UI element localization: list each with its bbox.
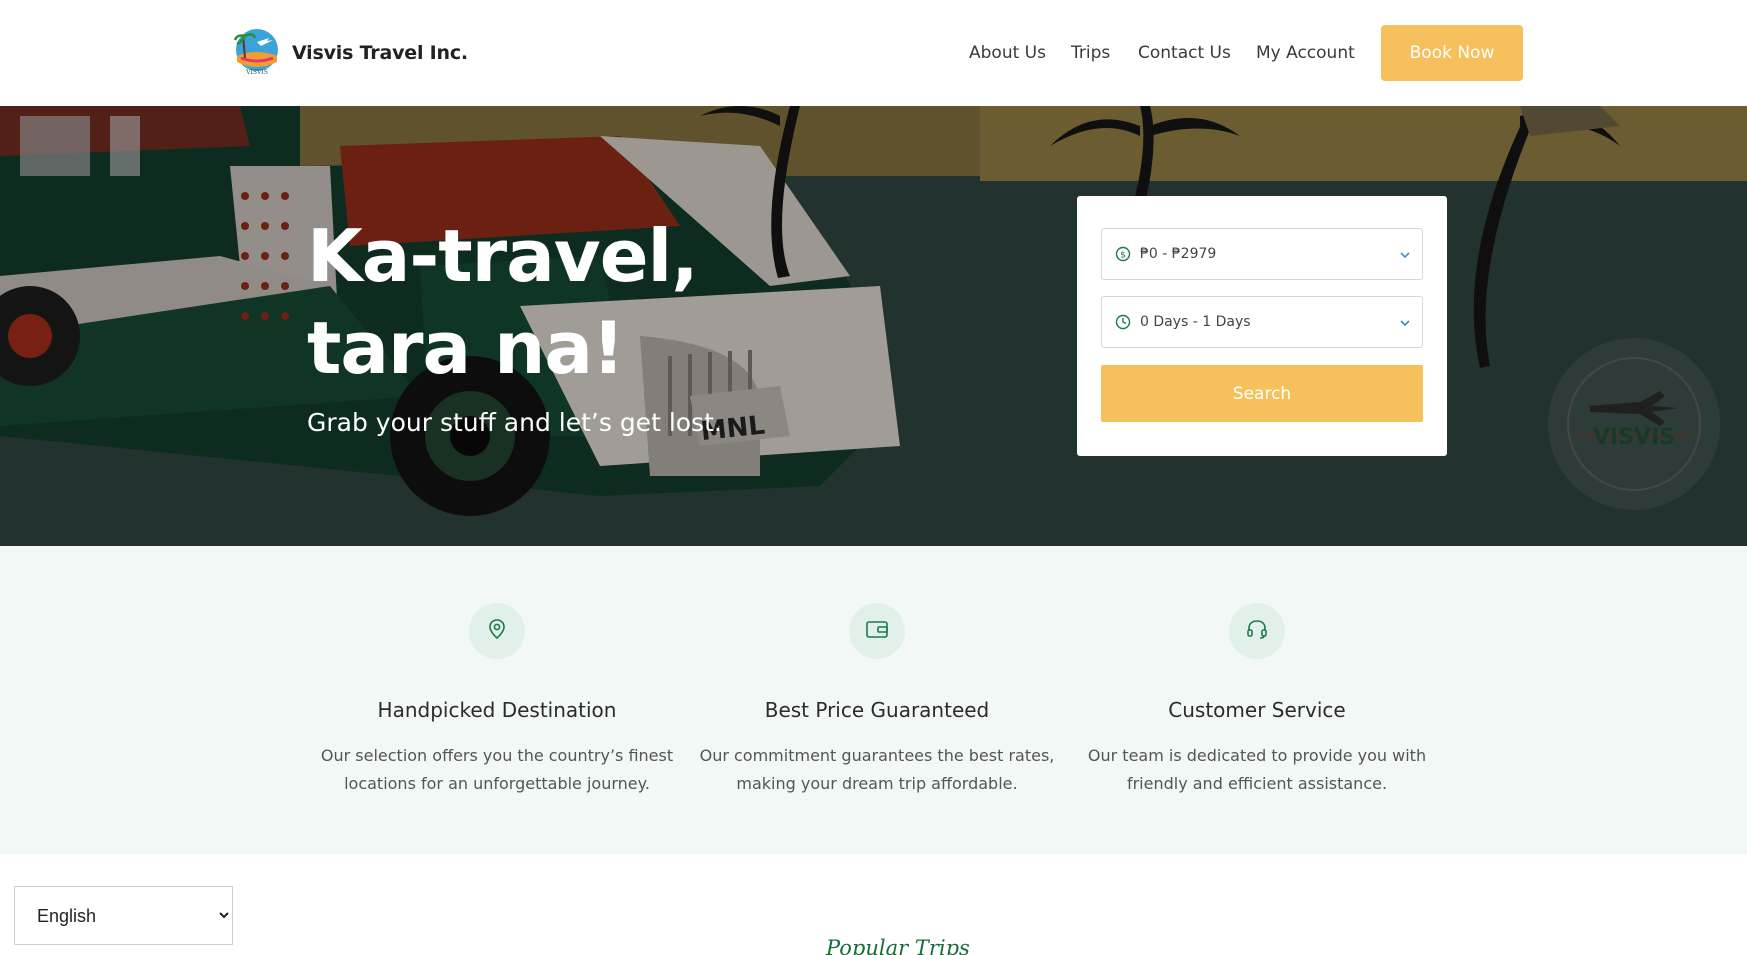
duration-select[interactable]: 0 Days - 1 Days bbox=[1101, 296, 1423, 348]
nav-my-account[interactable]: My Account bbox=[1256, 43, 1355, 63]
feature-description: Our commitment guarantees the best rates… bbox=[699, 746, 1055, 793]
svg-text:VISVIS: VISVIS bbox=[245, 69, 268, 76]
hero-subtitle: Grab your stuff and let’s get lost. bbox=[307, 408, 722, 437]
nav-contact-us[interactable]: Contact Us bbox=[1138, 43, 1231, 63]
map-pin-icon bbox=[486, 618, 508, 644]
language-select[interactable]: English bbox=[14, 886, 233, 945]
feature-title: Customer Service bbox=[1168, 698, 1346, 722]
svg-text:$: $ bbox=[1120, 251, 1126, 261]
trip-search-card: $ ₱0 - ₱2979 0 Days - 1 Days Search bbox=[1077, 196, 1447, 456]
hero-section: MNL VISVIS Ka-travel, tara na! Grab your… bbox=[0, 106, 1747, 546]
headset-icon bbox=[1245, 618, 1269, 644]
chevron-down-icon bbox=[1398, 315, 1412, 329]
nav-trips[interactable]: Trips bbox=[1071, 43, 1110, 63]
feature-icon-circle bbox=[469, 603, 525, 659]
site-header: VISVIS Visvis Travel Inc. About Us Trips… bbox=[0, 0, 1747, 106]
search-button[interactable]: Search bbox=[1101, 365, 1423, 422]
brand-name[interactable]: Visvis Travel Inc. bbox=[292, 42, 468, 64]
hero-background-illustration: MNL VISVIS bbox=[0, 106, 1747, 546]
book-now-button[interactable]: Book Now bbox=[1381, 25, 1523, 81]
feature-icon-circle bbox=[1229, 603, 1285, 659]
hero-title: Ka-travel, tara na! bbox=[307, 214, 699, 390]
dollar-circle-icon: $ bbox=[1115, 246, 1131, 262]
feature-description: Our team is dedicated to provide you wit… bbox=[1087, 746, 1427, 793]
visvis-logo-icon[interactable]: VISVIS bbox=[233, 28, 281, 78]
chevron-down-icon bbox=[1398, 247, 1412, 261]
feature-description: Our selection offers you the country’s f… bbox=[320, 746, 674, 793]
features-section: Handpicked Destination Our selection off… bbox=[0, 546, 1747, 854]
popular-trips-heading: Popular Trips bbox=[826, 936, 970, 955]
feature-title: Handpicked Destination bbox=[377, 698, 617, 722]
clock-icon bbox=[1115, 314, 1131, 330]
price-range-select[interactable]: $ ₱0 - ₱2979 bbox=[1101, 228, 1423, 280]
duration-value: 0 Days - 1 Days bbox=[1140, 314, 1251, 330]
feature-title: Best Price Guaranteed bbox=[764, 698, 990, 722]
nav-about-us[interactable]: About Us bbox=[969, 43, 1046, 63]
feature-icon-circle bbox=[849, 603, 905, 659]
wallet-icon bbox=[865, 618, 889, 644]
price-range-value: ₱0 - ₱2979 bbox=[1140, 246, 1217, 262]
